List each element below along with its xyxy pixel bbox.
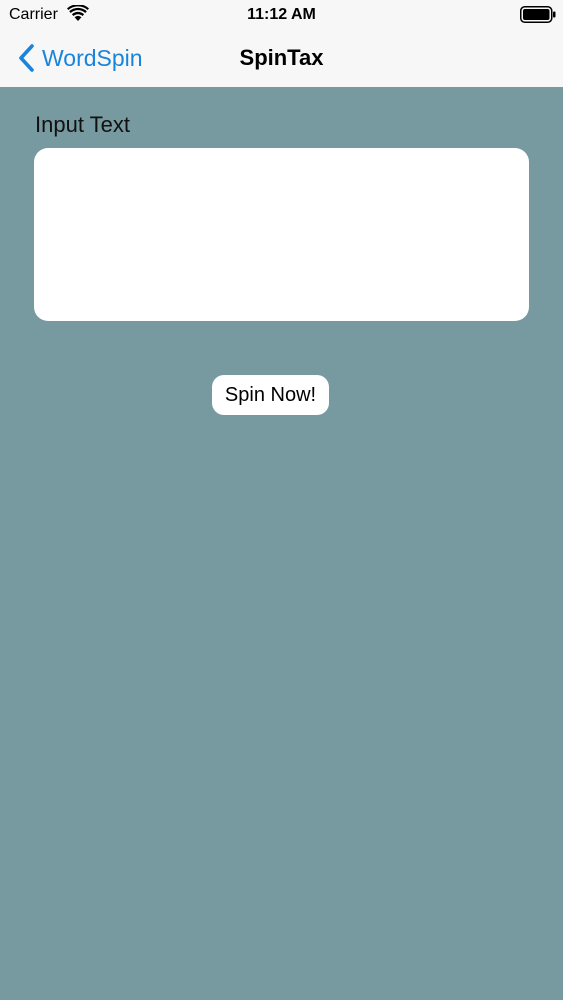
input-text-field[interactable] <box>34 148 529 321</box>
spin-now-button[interactable]: Spin Now! <box>212 375 329 415</box>
status-bar: Carrier 11:12 AM <box>0 0 563 30</box>
page-title: SpinTax <box>239 45 324 70</box>
navigation-bar: WordSpin SpinTax <box>0 30 563 87</box>
battery-full-icon <box>520 6 556 23</box>
app-screen: Carrier 11:12 AM WordSpin SpinTax Input … <box>0 0 563 1000</box>
input-text-label: Input Text <box>35 112 130 137</box>
clock: 11:12 AM <box>247 6 316 23</box>
